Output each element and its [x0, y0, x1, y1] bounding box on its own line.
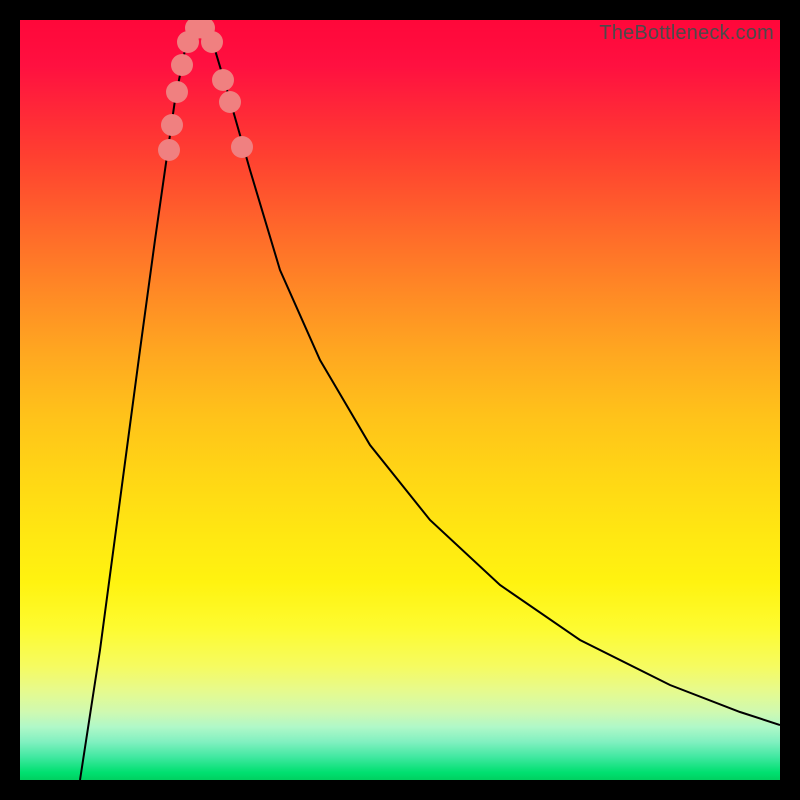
curve-marker — [219, 91, 241, 113]
curve-marker — [201, 31, 223, 53]
curve-marker — [212, 69, 234, 91]
chart-frame: TheBottleneck.com — [0, 0, 800, 800]
bottleneck-curve — [20, 20, 780, 780]
curve-marker — [161, 114, 183, 136]
curve-marker — [166, 81, 188, 103]
curve-path — [80, 25, 780, 780]
plot-area: TheBottleneck.com — [20, 20, 780, 780]
curve-marker — [158, 139, 180, 161]
curve-marker — [231, 136, 253, 158]
curve-marker — [171, 54, 193, 76]
curve-markers — [158, 20, 253, 161]
